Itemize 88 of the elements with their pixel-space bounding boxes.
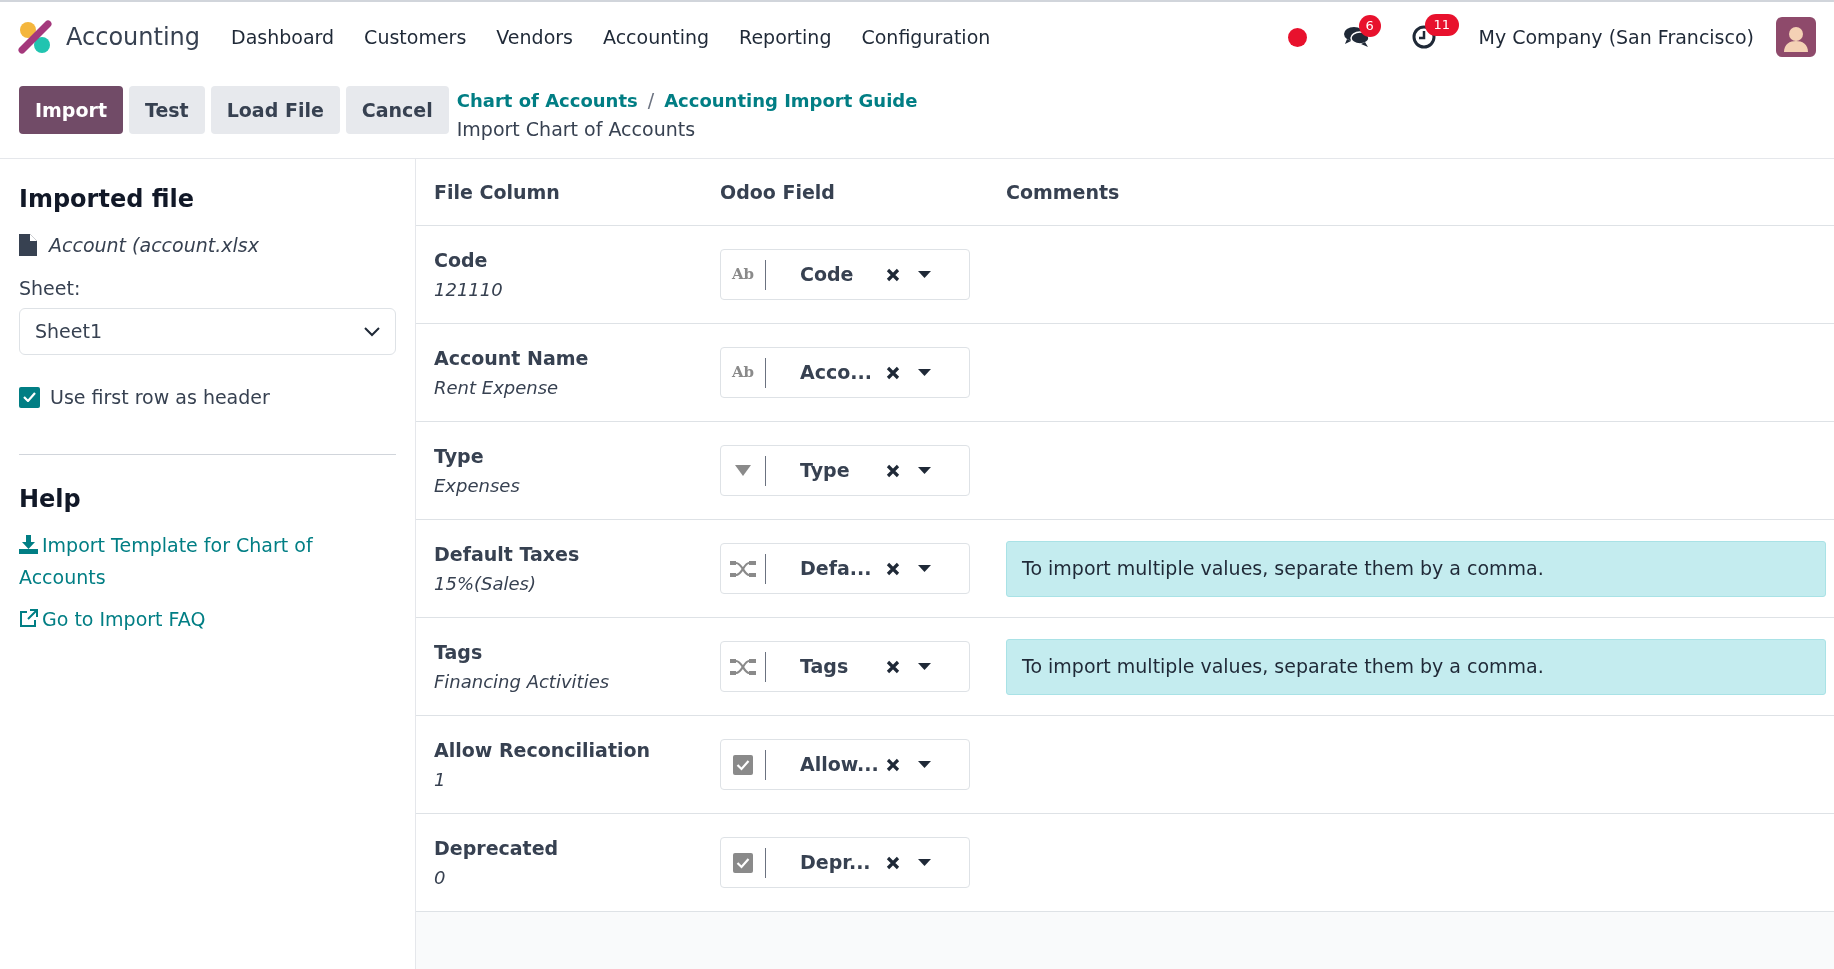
caret-icon[interactable] <box>918 858 931 867</box>
nav-menu-item[interactable]: Vendors <box>481 22 588 52</box>
breadcrumb-link[interactable]: Accounting Import Guide <box>664 86 918 114</box>
field-name: Type <box>800 458 851 484</box>
file-column-name: Type <box>434 443 485 469</box>
field-name: Depr... <box>800 850 872 876</box>
header-checkbox[interactable] <box>19 386 40 408</box>
toolbar-button[interactable]: Cancel <box>345 86 449 134</box>
sample-value: 1 <box>434 768 447 793</box>
file-column-name: Tags <box>434 639 484 665</box>
nav-menu-item[interactable]: Customers <box>349 22 482 52</box>
breadcrumb-link[interactable]: Chart of Accounts <box>456 86 638 114</box>
clear-icon[interactable] <box>886 561 900 576</box>
checkbox-icon <box>733 852 753 873</box>
column-header: File Column <box>433 179 561 205</box>
clear-icon[interactable] <box>886 463 900 478</box>
activity-count-badge: 11 <box>1424 14 1460 36</box>
help-link[interactable]: Go to Import FAQ <box>19 602 396 635</box>
field-select[interactable]: Type <box>720 445 970 496</box>
file-column-name: Default Taxes <box>434 541 581 567</box>
text-type-label: Ab <box>731 267 755 282</box>
section-title: Help <box>19 483 82 515</box>
help-link[interactable]: Import Template for Chart of Accounts <box>19 528 396 593</box>
external-link-icon <box>19 608 38 628</box>
file-column-name: Code <box>434 247 489 273</box>
shuffle-icon <box>730 559 756 578</box>
sheet-select[interactable]: Sheet1 <box>19 308 396 355</box>
page-title: Import Chart of Accounts <box>456 116 697 142</box>
nav-menu-item[interactable]: Accounting <box>587 22 725 52</box>
caret-icon[interactable] <box>918 368 931 377</box>
nav-menu-item[interactable]: Configuration <box>846 22 1006 52</box>
field-select[interactable]: Ab Code <box>720 249 970 300</box>
download-icon <box>19 534 38 554</box>
field-name: Code <box>800 262 855 288</box>
caret-icon[interactable] <box>918 760 931 769</box>
field-name: Tags <box>800 654 850 680</box>
clear-icon[interactable] <box>886 855 900 870</box>
app-title[interactable]: Accounting <box>66 19 200 55</box>
sheet-label: Sheet: <box>19 275 82 301</box>
file-icon <box>19 234 37 257</box>
chevron-down-icon <box>364 326 380 337</box>
field-select[interactable]: Defa... <box>720 543 970 594</box>
field-select[interactable]: Allow... <box>720 739 970 790</box>
toolbar-button[interactable]: Load File <box>210 86 340 134</box>
breadcrumb-separator: / <box>647 88 655 113</box>
field-name: Defa... <box>800 556 873 582</box>
field-name: Allow... <box>800 752 880 778</box>
section-title: Imported file <box>19 184 196 215</box>
avatar[interactable] <box>1776 17 1816 57</box>
caret-icon[interactable] <box>918 466 931 475</box>
file-column-name: Deprecated <box>434 835 560 861</box>
field-select[interactable]: Tags <box>720 641 970 692</box>
clear-icon[interactable] <box>886 757 900 772</box>
caret-icon[interactable] <box>918 564 931 573</box>
field-select[interactable]: Ab Acco... <box>720 347 970 398</box>
file-column-name: Allow Reconciliation <box>434 737 652 763</box>
text-type-label: Ab <box>731 365 755 380</box>
checkbox-label: Use first row as header <box>50 385 270 410</box>
file-column-name: Account Name <box>434 345 590 371</box>
sample-value: Rent Expense <box>434 376 560 401</box>
field-select[interactable]: Depr... <box>720 837 970 888</box>
toolbar-button[interactable]: Import <box>19 86 123 134</box>
company-name[interactable]: My Company (San Francisco) <box>1478 22 1754 52</box>
app-logo-icon[interactable] <box>18 20 52 54</box>
column-header: Odoo Field <box>720 179 836 205</box>
nav-menu-item[interactable]: Reporting <box>724 22 847 52</box>
clear-icon[interactable] <box>886 267 900 282</box>
field-name: Acco... <box>800 360 873 386</box>
nav-menu-item[interactable]: Dashboard <box>216 22 350 52</box>
check-icon <box>23 392 36 403</box>
sample-value: 0 <box>434 866 447 891</box>
clear-icon[interactable] <box>886 365 900 380</box>
comment-alert: To import multiple values, separate them by a comma. <box>1006 540 1826 597</box>
sample-value: Expenses <box>434 474 521 499</box>
toolbar-button[interactable]: Test <box>129 86 205 134</box>
caret-icon[interactable] <box>918 270 931 279</box>
shuffle-icon <box>730 657 756 676</box>
sample-value: Financing Activities <box>434 670 611 695</box>
checkbox-icon <box>733 754 753 775</box>
caret-icon[interactable] <box>918 662 931 671</box>
sample-value: 121110 <box>434 278 504 303</box>
comment-alert: To import multiple values, separate them by a comma. <box>1006 638 1826 695</box>
file-name: Account (account.xlsx <box>49 233 259 258</box>
sample-value: 15%(Sales) <box>434 572 537 597</box>
triangle-icon <box>735 464 751 477</box>
message-count-badge: 6 <box>1358 15 1381 37</box>
clear-icon[interactable] <box>886 659 900 674</box>
column-header: Comments <box>1006 179 1120 205</box>
